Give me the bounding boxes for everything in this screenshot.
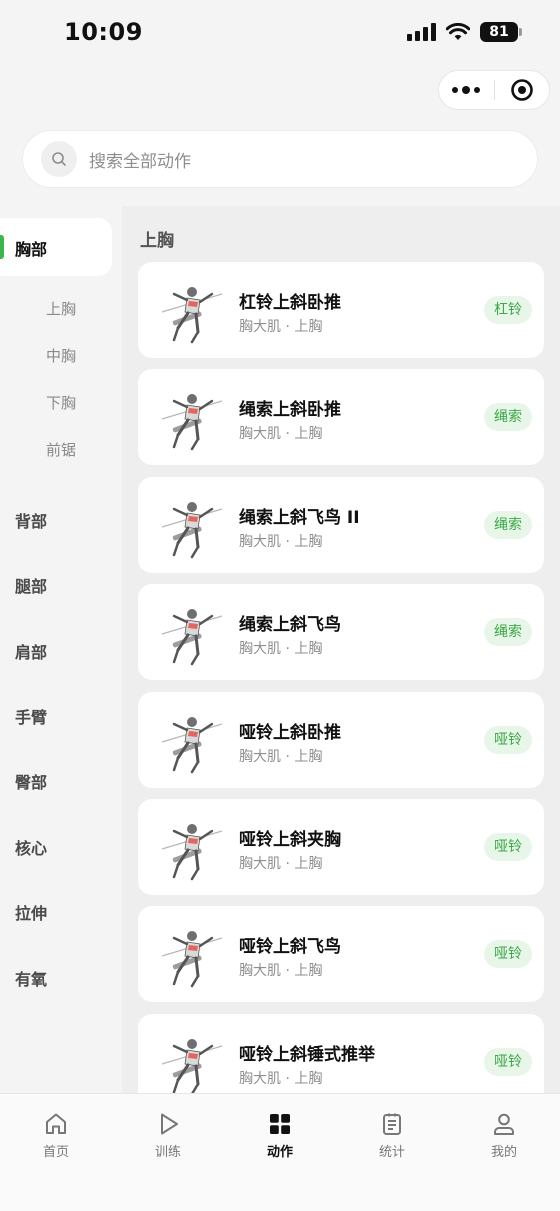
mini-program-capsule [438, 70, 550, 110]
active-indicator [0, 235, 4, 259]
subcategory-middle-chest[interactable]: 中胸 [46, 345, 76, 366]
status-icons: 81 [407, 22, 522, 42]
clipboard-icon [336, 1110, 448, 1138]
exercise-muscle: 胸大肌 · 上胸 [239, 963, 323, 980]
exercise-illustration [154, 594, 230, 670]
wifi-icon [446, 23, 470, 40]
exercise-illustration [154, 702, 230, 778]
tab-label: 动作 [266, 1145, 293, 1160]
sidebar-item-core[interactable]: 核心 [15, 835, 47, 859]
exercise-illustration [154, 1024, 230, 1094]
exercise-name: 绳索上斜卧推 [239, 400, 341, 421]
section-title: 上胸 [140, 231, 174, 251]
grid-icon [224, 1110, 336, 1138]
exercise-illustration [154, 487, 230, 563]
equipment-tag: 哑铃 [484, 833, 532, 861]
equipment-tag: 哑铃 [484, 940, 532, 969]
equipment-tag: 哑铃 [484, 1047, 532, 1076]
sidebar-item-stretch[interactable]: 拉伸 [15, 900, 47, 924]
sidebar-item-arms[interactable]: 手臂 [15, 704, 47, 728]
exercise-card[interactable]: 杠铃上斜卧推胸大肌 · 上胸 杠铃 [138, 262, 544, 358]
exercise-list-panel: 上胸 杠铃上斜卧推 胸大肌 · 上胸 杠铃 绳索上斜卧推 胸大肌 · 上胸 绳索 绳索上斜飞… [122, 206, 560, 1094]
user-icon [448, 1110, 560, 1138]
exercise-muscle: 胸大肌 · 上胸 [239, 1070, 323, 1087]
exercise-name: 哑铃上斜卧推 [239, 722, 341, 743]
subcategory-lower-chest[interactable]: 下胸 [46, 392, 76, 413]
battery-level: 81 [489, 24, 509, 40]
status-bar: 10:09 81 [0, 0, 560, 66]
sidebar-item-glutes[interactable]: 臀部 [15, 769, 47, 793]
equipment-tag: 绳索 [484, 618, 532, 647]
exercise-illustration [154, 916, 230, 992]
exercise-muscle: 胸大肌 · 上胸 [239, 426, 323, 443]
exercise-card[interactable]: 绳索上斜卧推胸大肌 · 上胸 绳索 [138, 369, 544, 466]
exercise-name: 哑铃上斜飞鸟 [239, 937, 341, 958]
search-placeholder: 搜索全部动作 [89, 151, 191, 172]
exercise-illustration [154, 272, 230, 348]
exercise-muscle: 胸大肌 · 上胸 [239, 641, 323, 658]
home-icon [0, 1110, 112, 1138]
exercise-muscle: 胸大肌 · 上胸 [239, 533, 323, 550]
sidebar-item-cardio[interactable]: 有氧 [15, 966, 47, 990]
exercise-illustration [154, 809, 230, 885]
exercise-name: 绳索上斜飞鸟 [239, 615, 341, 636]
exercise-illustration [154, 379, 230, 455]
exercise-muscle: 胸大肌 · 上胸 [239, 856, 323, 872]
exercise-name: 绳索上斜飞鸟 II [239, 507, 360, 528]
subcategory-upper-chest[interactable]: 上胸 [46, 298, 76, 319]
exercise-name: 哑铃上斜夹胸 [239, 830, 341, 850]
equipment-tag: 绳索 [484, 403, 532, 432]
sidebar-item-chest[interactable]: 胸部 [0, 218, 112, 276]
sidebar-item-shoulders[interactable]: 肩部 [15, 639, 47, 663]
sidebar-item-legs[interactable]: 腿部 [15, 573, 47, 597]
tab-label: 首页 [42, 1145, 69, 1160]
status-time: 10:09 [64, 18, 143, 46]
play-icon [112, 1110, 224, 1138]
tab-label: 统计 [378, 1145, 405, 1160]
sidebar-item-label: 胸部 [15, 240, 48, 259]
close-target-icon[interactable] [495, 78, 550, 102]
exercise-card[interactable]: 哑铃上斜锤式推举胸大肌 · 上胸 哑铃 [138, 1013, 544, 1094]
exercise-name: 杠铃上斜卧推 [239, 293, 341, 313]
tab-training[interactable]: 训练 [112, 1110, 224, 1160]
category-sidebar: 胸部 上胸 中胸 下胸 前锯 背部 腿部 肩部 手臂 臀部 核心 拉伸 有氧 [0, 206, 122, 1094]
equipment-tag: 杠铃 [484, 296, 532, 324]
exercise-name: 哑铃上斜锤式推举 [239, 1044, 375, 1065]
exercise-muscle: 胸大肌 · 上胸 [239, 748, 323, 765]
exercise-card[interactable]: 哑铃上斜飞鸟胸大肌 · 上胸 哑铃 [138, 906, 544, 1003]
tab-profile[interactable]: 我的 [448, 1110, 560, 1160]
tab-label: 训练 [154, 1145, 181, 1160]
exercise-card[interactable]: 绳索上斜飞鸟 II 胸大肌 · 上胸 绳索 [138, 476, 544, 573]
cellular-signal-icon [407, 23, 436, 41]
exercise-card[interactable]: 绳索上斜飞鸟胸大肌 · 上胸 绳索 [138, 584, 544, 681]
search-icon [41, 141, 77, 177]
exercise-muscle: 胸大肌 · 上胸 [239, 319, 323, 335]
tab-home[interactable]: 首页 [0, 1110, 112, 1160]
bottom-tab-bar: 首页 训练 动作 统计 我的 [0, 1093, 560, 1211]
equipment-tag: 绳索 [484, 510, 532, 539]
sidebar-item-back[interactable]: 背部 [15, 508, 47, 532]
more-icon[interactable] [439, 85, 494, 94]
exercise-card[interactable]: 哑铃上斜夹胸胸大肌 · 上胸 哑铃 [138, 799, 544, 895]
search-bar[interactable]: 搜索全部动作 [22, 130, 538, 188]
tab-label: 我的 [490, 1145, 517, 1160]
battery-icon: 81 [480, 22, 522, 42]
subcategory-serratus[interactable]: 前锯 [46, 439, 76, 460]
tab-exercises[interactable]: 动作 [224, 1110, 336, 1160]
tab-stats[interactable]: 统计 [336, 1110, 448, 1160]
equipment-tag: 哑铃 [484, 725, 532, 754]
exercise-card[interactable]: 哑铃上斜卧推胸大肌 · 上胸 哑铃 [138, 691, 544, 788]
app-screen: 10:09 81 搜索全部动作 胸部 上胸 中胸 下胸 前锯 背部 腿部 肩部 … [0, 0, 560, 1211]
